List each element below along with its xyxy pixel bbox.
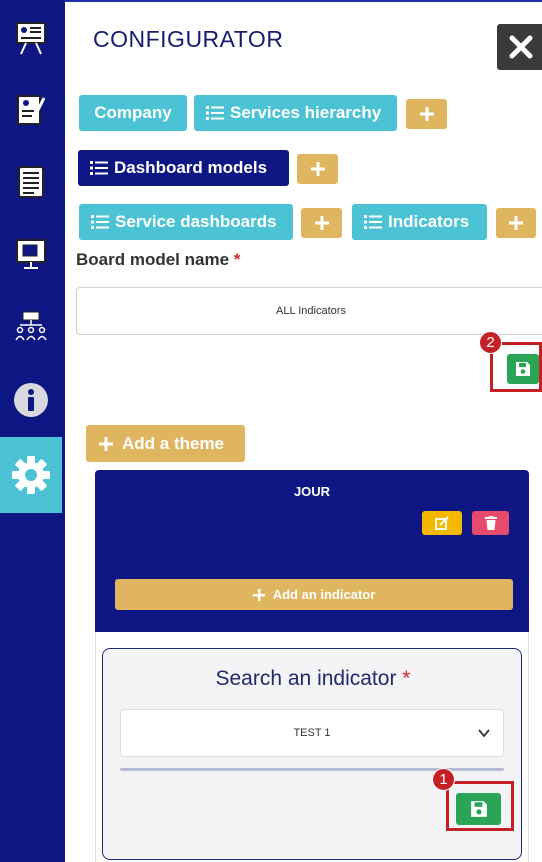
indicators-label: Indicators <box>388 212 470 231</box>
company-label: Company <box>94 103 172 122</box>
list-icon <box>91 215 109 229</box>
step-marker-1: 1 <box>432 768 455 791</box>
indicator-select-value: TEST 1 <box>293 727 331 739</box>
search-indicator-title-text: Search an indicator <box>215 667 397 690</box>
board-model-name-label-text: Board model name <box>76 250 230 269</box>
info-icon <box>14 383 48 417</box>
list-icon <box>206 106 224 120</box>
indicator-select[interactable]: TEST 1 <box>120 709 504 757</box>
sidebar-item-organization[interactable] <box>0 288 62 364</box>
list-icon <box>90 161 108 175</box>
monitor-slides-icon <box>16 239 46 269</box>
app-root: CONFIGURATOR Company Services hierarchy <box>0 0 542 862</box>
plus-icon <box>314 216 329 230</box>
close-button[interactable] <box>497 24 542 70</box>
required-mark: * <box>402 667 411 690</box>
sidebar-item-slides[interactable] <box>0 216 62 292</box>
company-button[interactable]: Company <box>79 95 187 131</box>
presentation-board-icon <box>16 22 46 55</box>
chevron-down-icon <box>478 729 490 738</box>
save-board-model-button[interactable] <box>507 354 539 384</box>
board-model-name-input[interactable] <box>76 287 542 335</box>
document-signature-icon <box>17 95 46 125</box>
sidebar-item-info[interactable] <box>0 362 62 438</box>
add-theme-button[interactable]: Add a theme <box>86 425 245 462</box>
plus-icon <box>252 588 265 601</box>
floppy-disk-icon <box>470 801 487 817</box>
service-dashboards-label: Service dashboards <box>115 212 277 231</box>
sidebar-item-reports[interactable] <box>0 144 62 220</box>
plus-icon <box>99 436 113 451</box>
page-title: CONFIGURATOR <box>93 26 284 52</box>
trash-icon <box>484 516 497 530</box>
add-dashboard-model-button[interactable] <box>297 154 338 184</box>
plus-icon <box>419 107 434 121</box>
gear-icon <box>12 456 50 494</box>
dashboard-models-label: Dashboard models <box>114 158 268 177</box>
report-document-icon <box>18 166 44 198</box>
sidebar-item-documents[interactable] <box>0 72 62 148</box>
board-model-name-label: Board model name * <box>76 250 240 270</box>
search-indicator-title: Search an indicator * <box>103 667 523 691</box>
step-marker-2: 2 <box>479 331 502 354</box>
service-dashboards-button[interactable]: Service dashboards <box>79 204 293 240</box>
edit-theme-button[interactable] <box>422 511 462 535</box>
indicators-button[interactable]: Indicators <box>352 204 487 240</box>
add-theme-label: Add a theme <box>122 433 225 453</box>
org-chart-icon <box>15 311 47 341</box>
save-indicator-button[interactable] <box>456 793 501 825</box>
sidebar <box>0 0 65 862</box>
required-mark: * <box>233 250 241 269</box>
add-service-dashboard-button[interactable] <box>301 208 342 238</box>
add-indicator-label: Add an indicator <box>272 587 376 602</box>
floppy-disk-icon <box>516 362 530 376</box>
add-indicator-button[interactable]: Add an indicator <box>115 579 513 610</box>
add-service-hierarchy-button[interactable] <box>406 99 447 129</box>
services-hierarchy-label: Services hierarchy <box>230 103 382 122</box>
theme-card: JOUR Add an indicator <box>95 470 529 632</box>
delete-theme-button[interactable] <box>472 511 509 535</box>
add-indicator-nav-button[interactable] <box>496 208 536 238</box>
services-hierarchy-button[interactable]: Services hierarchy <box>194 95 397 131</box>
list-icon <box>364 215 382 229</box>
sidebar-item-settings[interactable] <box>0 437 62 513</box>
plus-icon <box>310 162 325 176</box>
close-icon <box>509 35 533 59</box>
sidebar-item-presentation[interactable] <box>0 0 62 76</box>
plus-icon <box>509 216 523 230</box>
theme-title: JOUR <box>293 484 331 499</box>
edit-icon <box>435 516 449 530</box>
configurator-panel: CONFIGURATOR Company Services hierarchy <box>65 0 542 862</box>
dashboard-models-button[interactable]: Dashboard models <box>78 150 289 186</box>
